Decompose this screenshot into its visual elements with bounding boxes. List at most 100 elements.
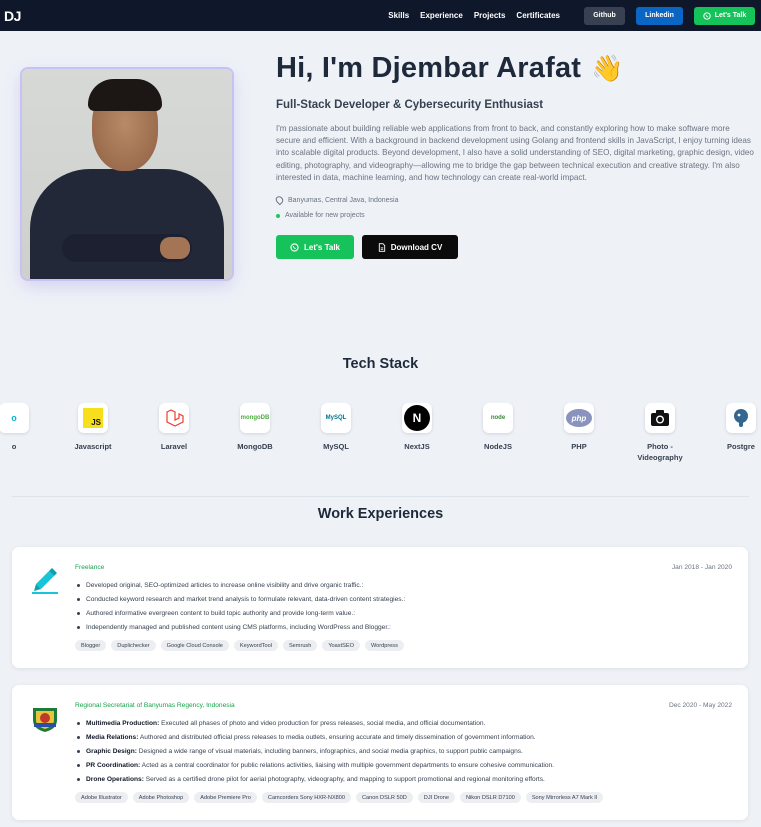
skill-tag: Nikon DSLR D7100 xyxy=(459,792,521,803)
waving-hand-icon: 👋 xyxy=(591,53,624,83)
organization-name: Regional Secretariat of Banyumas Regency… xyxy=(75,702,235,709)
photo-person-hair xyxy=(88,79,162,111)
tech-item-photo-videography: Photo - Videography xyxy=(630,403,690,463)
bullet-item: Drone Operations: Served as a certified … xyxy=(75,773,735,787)
tech-item-partial: o o xyxy=(0,403,44,452)
bullet-text: Acted as a central coordinator for publi… xyxy=(140,762,554,769)
site-logo[interactable]: DJ xyxy=(4,8,21,24)
organization-name: Freelance xyxy=(75,564,105,571)
bullet-item: Developed original, SEO-optimized articl… xyxy=(75,579,735,593)
nextjs-icon: N xyxy=(402,403,432,433)
bullet-text: Authored and distributed official press … xyxy=(138,734,536,741)
experience-bullets: Multimedia Production: Executed all phas… xyxy=(75,717,735,787)
laravel-icon xyxy=(159,403,189,433)
photo-person-body xyxy=(30,169,224,279)
skill-tag: Canon DSLR 50D xyxy=(356,792,413,803)
partial-tech-icon: o xyxy=(0,403,29,433)
experience-card-freelance: Freelance Developed original, SEO-optimi… xyxy=(12,547,748,668)
tech-label: Javascript xyxy=(74,442,112,451)
tech-item-php: php PHP xyxy=(549,403,609,452)
hero-section: Hi, I'm Djembar Arafat 👋 Full-Stack Deve… xyxy=(274,52,756,260)
postgresql-icon xyxy=(726,403,756,433)
tech-item-mysql: MySQL MySQL xyxy=(306,403,366,452)
skill-tag: Wordpress xyxy=(364,640,404,651)
linkedin-button-label: Linkedin xyxy=(645,12,674,19)
tech-item-postgresql: Postgre xyxy=(711,403,761,452)
bullet-title: Media Relations: xyxy=(86,734,139,741)
hero-title: Hi, I'm Djembar Arafat xyxy=(276,52,582,84)
skill-tag: KeywordTool xyxy=(233,640,278,651)
tech-label: NextJS xyxy=(404,442,430,451)
tech-label: Photo - Videography xyxy=(637,442,683,462)
document-icon xyxy=(378,242,385,252)
bullet-title: Multimedia Production: xyxy=(86,720,160,727)
bullet-text: Served as a certified drone pilot for ae… xyxy=(143,776,545,783)
tech-label: o xyxy=(11,442,17,451)
photo-person-hand xyxy=(160,237,190,259)
banyumas-emblem-icon xyxy=(30,703,60,733)
pencil-icon xyxy=(30,565,60,595)
tech-item-javascript: JS Javascript xyxy=(63,403,123,452)
tech-stack-carousel: o o JS Javascript Laravel mongoDB MongoD… xyxy=(0,403,761,463)
bullet-text: Executed all phases of photo and video p… xyxy=(159,720,486,727)
bullet-title: Graphic Design: xyxy=(86,748,137,755)
bullet-item: PR Coordination: Acted as a central coor… xyxy=(75,759,735,773)
location-pin-icon xyxy=(274,194,285,206)
skill-tag: Sony Mirrorless A7 Mark II xyxy=(525,792,604,803)
experience-card-banyumas: Regional Secretariat of Banyumas Regency… xyxy=(12,685,748,820)
whatsapp-icon xyxy=(290,242,299,252)
bullet-item: Independently managed and published cont… xyxy=(75,621,735,635)
download-cv-label: Download CV xyxy=(390,242,443,252)
github-button[interactable]: Github xyxy=(584,6,625,25)
experience-date: Dec 2020 - May 2022 xyxy=(668,702,732,709)
tech-label: PHP xyxy=(571,442,587,451)
nav-lets-talk-label: Let's Talk xyxy=(714,12,747,19)
download-cv-button[interactable]: Download CV xyxy=(362,235,458,260)
tech-label: NodeJS xyxy=(484,442,512,451)
tech-label: MongoDB xyxy=(237,442,273,451)
bullet-title: PR Coordination: xyxy=(86,762,141,769)
nav-link-experience[interactable]: Experience xyxy=(420,11,463,20)
github-button-label: Github xyxy=(593,12,616,19)
experience-details: Regional Secretariat of Banyumas Regency… xyxy=(75,702,735,803)
whatsapp-icon xyxy=(703,11,711,20)
nav-lets-talk-button[interactable]: Let's Talk xyxy=(694,6,755,25)
skill-tag: Google Cloud Console xyxy=(160,640,229,651)
tech-item-laravel: Laravel xyxy=(144,403,204,452)
bullet-item: Graphic Design: Designed a wide range of… xyxy=(75,745,735,759)
mongodb-icon: mongoDB xyxy=(240,403,270,433)
nav-link-skills[interactable]: Skills xyxy=(388,11,409,20)
tech-item-nextjs: N NextJS xyxy=(387,403,447,452)
lets-talk-button[interactable]: Let's Talk xyxy=(276,235,354,260)
linkedin-button[interactable]: Linkedin xyxy=(636,6,683,25)
tech-label: MySQL xyxy=(323,442,349,451)
hero-description: I'm passionate about building reliable w… xyxy=(276,124,754,182)
experience-date: Jan 2018 - Jan 2020 xyxy=(671,564,732,571)
skill-tag: Blogger xyxy=(75,640,107,651)
nav-link-certificates[interactable]: Certificates xyxy=(516,11,560,20)
hero-subtitle: Full-Stack Developer & Cybersecurity Ent… xyxy=(276,99,544,111)
skill-tags: Adobe Illustrator Adobe Photoshop Adobe … xyxy=(75,792,735,803)
javascript-icon: JS xyxy=(78,403,108,433)
location: Banyumas, Central Java, Indonesia xyxy=(274,194,756,206)
hero-cta-group: Let's Talk Download CV xyxy=(276,235,756,260)
tech-stack-title: Tech Stack xyxy=(342,356,419,372)
camera-icon xyxy=(645,403,675,433)
experience-bullets: Developed original, SEO-optimized articl… xyxy=(75,579,735,635)
bullet-title: Drone Operations: xyxy=(86,776,144,783)
bullet-text: Designed a wide range of visual material… xyxy=(136,748,523,755)
skill-tag: Adobe Illustrator xyxy=(75,792,128,803)
lets-talk-label: Let's Talk xyxy=(304,242,340,252)
skill-tags: Blogger Duplichecker Google Cloud Consol… xyxy=(75,640,735,651)
location-text: Banyumas, Central Java, Indonesia xyxy=(288,196,399,204)
profile-photo xyxy=(22,69,232,279)
nav-link-projects[interactable]: Projects xyxy=(474,11,506,20)
skill-tag: Semrush xyxy=(282,640,318,651)
skill-tag: DJI Drone xyxy=(417,792,455,803)
hero-heading: Hi, I'm Djembar Arafat 👋 xyxy=(276,52,756,85)
tech-item-mongodb: mongoDB MongoDB xyxy=(225,403,285,452)
bullet-item: Multimedia Production: Executed all phas… xyxy=(75,717,735,731)
tech-label: Laravel xyxy=(160,442,188,451)
skill-tag: YoastSEO xyxy=(322,640,360,651)
mysql-icon: MySQL xyxy=(321,403,351,433)
